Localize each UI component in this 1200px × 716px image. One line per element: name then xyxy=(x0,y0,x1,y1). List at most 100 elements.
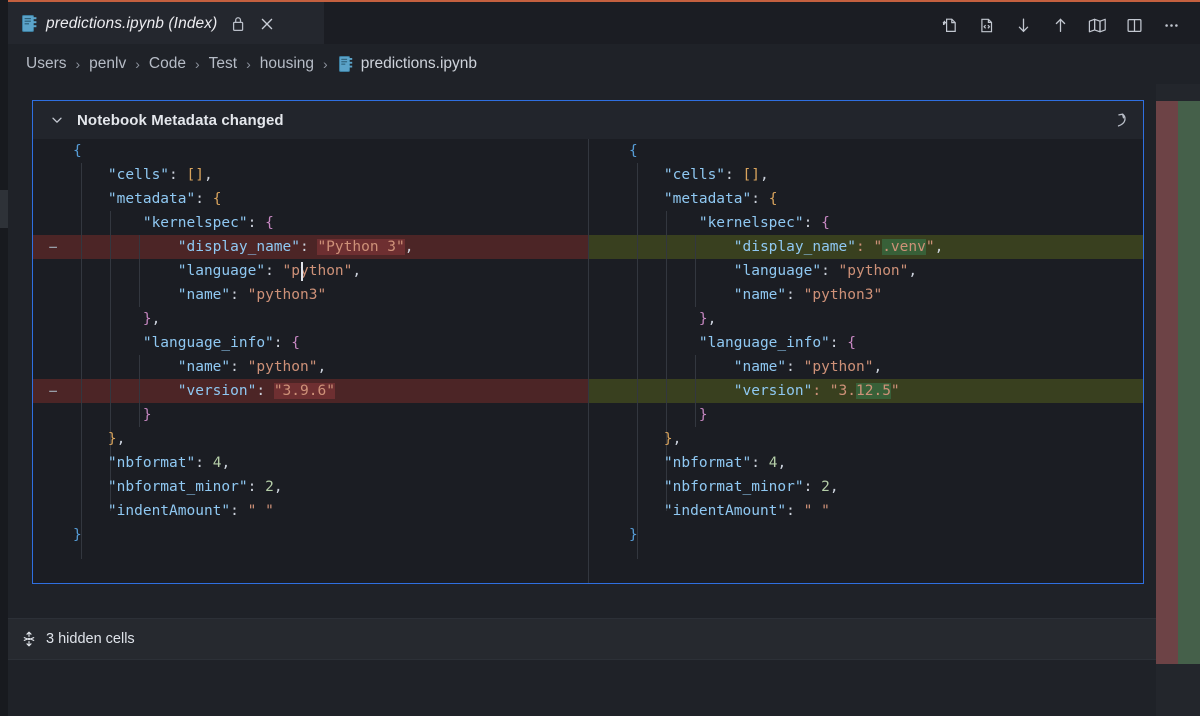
diff-line[interactable]: "indentAmount": " " xyxy=(589,499,1143,523)
diff-line-text: }, xyxy=(589,307,716,331)
diff-line-text: "name": "python", xyxy=(33,355,326,379)
diff-line-delete[interactable]: − "display_name": "Python 3", xyxy=(33,235,588,259)
diff-line-text: }, xyxy=(33,307,160,331)
diff-line[interactable]: "metadata": { xyxy=(33,187,588,211)
diff-line[interactable]: "name": "python3" xyxy=(589,283,1143,307)
diff-line-text: { xyxy=(33,139,82,163)
diff-line[interactable]: "kernelspec": { xyxy=(589,211,1143,235)
diff-line[interactable]: "nbformat": 4, xyxy=(33,451,588,475)
split-editor-icon[interactable] xyxy=(1123,14,1145,36)
breadcrumb-item-4[interactable]: housing xyxy=(260,55,314,73)
vscode-notebook-diff-window: predictions.ipynb (Index) xyxy=(0,0,1200,716)
diff-line[interactable]: "name": "python", xyxy=(589,355,1143,379)
open-file-icon[interactable] xyxy=(975,14,997,36)
notebook-metadata-diff-cell[interactable]: Notebook Metadata changed xyxy=(32,100,1144,584)
diff-line-add[interactable]: + "display_name": ".venv", xyxy=(589,235,1143,259)
diff-line[interactable]: }, xyxy=(33,427,588,451)
diff-line[interactable]: "indentAmount": " " xyxy=(33,499,588,523)
breadcrumb-separator: › xyxy=(126,56,149,72)
unfold-icon xyxy=(20,630,38,648)
diff-line-text: "indentAmount": " " xyxy=(589,499,830,523)
diff-line[interactable]: "name": "python", xyxy=(33,355,588,379)
diff-line[interactable]: "metadata": { xyxy=(589,187,1143,211)
diff-line[interactable]: } xyxy=(589,523,1143,547)
diff-pane-modified[interactable]: { "cells": [], "metadata": { "kernelspec… xyxy=(588,139,1143,583)
overview-ruler-band xyxy=(1156,101,1178,664)
chevron-down-icon[interactable] xyxy=(49,112,65,128)
more-actions-icon[interactable] xyxy=(1160,14,1182,36)
diff-line[interactable]: } xyxy=(33,523,588,547)
diff-line[interactable]: } xyxy=(589,403,1143,427)
notebook-icon xyxy=(339,56,353,72)
diff-line[interactable]: "nbformat": 4, xyxy=(589,451,1143,475)
diff-line-text: "name": "python3" xyxy=(33,283,326,307)
diff-line[interactable]: "kernelspec": { xyxy=(33,211,588,235)
diff-line[interactable]: "language": "python", xyxy=(33,259,588,283)
breadcrumb-separator: › xyxy=(186,56,209,72)
close-icon[interactable] xyxy=(257,14,277,34)
previous-change-icon[interactable] xyxy=(1049,14,1071,36)
editor-scrollbar-slider[interactable] xyxy=(0,190,8,228)
diff-editor: { "cells": [], "metadata": { "kernelspec… xyxy=(33,139,1143,583)
diff-line-text: "kernelspec": { xyxy=(589,211,830,235)
diff-line-text: "indentAmount": " " xyxy=(33,499,274,523)
diff-line[interactable]: "cells": [], xyxy=(589,163,1143,187)
breadcrumb: Users › penlv › Code › Test › housing › … xyxy=(8,44,1200,84)
diff-line[interactable]: "nbformat_minor": 2, xyxy=(589,475,1143,499)
breadcrumb-item-5[interactable]: predictions.ipynb xyxy=(361,55,477,73)
diff-delete-marker: − xyxy=(45,235,61,259)
map-icon[interactable] xyxy=(1086,14,1108,36)
diff-line-text: } xyxy=(33,523,82,547)
breadcrumb-item-3[interactable]: Test xyxy=(209,55,237,73)
breadcrumb-item-0[interactable]: Users xyxy=(26,55,66,73)
diff-cell-header: Notebook Metadata changed xyxy=(33,101,1143,139)
diff-line[interactable]: } xyxy=(33,403,588,427)
diff-line-text: "nbformat": 4, xyxy=(33,451,230,475)
breadcrumb-item-1[interactable]: penlv xyxy=(89,55,126,73)
diff-line-add[interactable]: + "version": "3.12.5" xyxy=(589,379,1143,403)
breadcrumb-item-2[interactable]: Code xyxy=(149,55,186,73)
diff-line-text: "cells": [], xyxy=(589,163,769,187)
diff-line-text: { xyxy=(589,139,638,163)
diff-line[interactable]: }, xyxy=(589,307,1143,331)
diff-line-delete[interactable]: − "version": "3.9.6" xyxy=(33,379,588,403)
diff-pane-original[interactable]: { "cells": [], "metadata": { "kernelspec… xyxy=(33,139,588,583)
overview-ruler-band xyxy=(1178,101,1200,664)
editor-tab-bar: predictions.ipynb (Index) xyxy=(8,2,1200,44)
revert-icon[interactable] xyxy=(1107,108,1131,132)
overview-ruler-deleted[interactable] xyxy=(1156,84,1178,716)
diff-line[interactable]: "nbformat_minor": 2, xyxy=(33,475,588,499)
notebook-icon xyxy=(22,15,37,32)
diff-line[interactable]: { xyxy=(589,139,1143,163)
open-changes-icon[interactable] xyxy=(938,14,960,36)
diff-line-text: } xyxy=(589,523,638,547)
editor-toolbar-actions xyxy=(938,4,1182,46)
diff-code-original: { "cells": [], "metadata": { "kernelspec… xyxy=(33,139,588,547)
hidden-cells-bar[interactable]: 3 hidden cells xyxy=(8,618,1156,660)
diff-line[interactable]: "language_info": { xyxy=(33,331,588,355)
diff-line[interactable]: }, xyxy=(33,307,588,331)
text-cursor xyxy=(301,262,303,281)
diff-line[interactable]: { xyxy=(33,139,588,163)
diff-line-text: "language_info": { xyxy=(589,331,856,355)
editor-tab-predictions[interactable]: predictions.ipynb (Index) xyxy=(8,2,324,44)
overview-ruler-added[interactable] xyxy=(1178,84,1200,716)
diff-cell-title: Notebook Metadata changed xyxy=(77,112,284,129)
lock-icon[interactable] xyxy=(228,14,248,34)
hidden-cells-label: 3 hidden cells xyxy=(46,631,135,647)
diff-line-text: "nbformat": 4, xyxy=(589,451,786,475)
diff-line-text: } xyxy=(33,403,152,427)
activity-bar-edge xyxy=(0,0,8,716)
diff-line-text: "kernelspec": { xyxy=(33,211,274,235)
diff-line-text: } xyxy=(589,403,708,427)
diff-line[interactable]: }, xyxy=(589,427,1143,451)
diff-line[interactable]: "language": "python", xyxy=(589,259,1143,283)
diff-line[interactable]: "name": "python3" xyxy=(33,283,588,307)
diff-line-text: "version": "3.9.6" xyxy=(33,379,335,403)
diff-line-text: "cells": [], xyxy=(33,163,213,187)
diff-line[interactable]: "cells": [], xyxy=(33,163,588,187)
diff-line-text: "language": "python", xyxy=(33,259,361,283)
next-change-icon[interactable] xyxy=(1012,14,1034,36)
diff-line-text: "metadata": { xyxy=(589,187,777,211)
diff-line[interactable]: "language_info": { xyxy=(589,331,1143,355)
